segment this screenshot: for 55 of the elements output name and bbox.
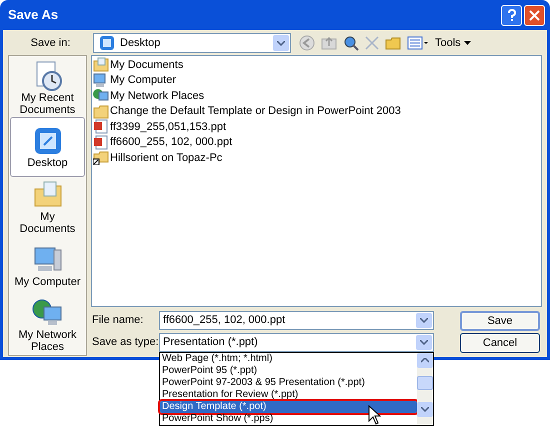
network-computer-icon: [93, 88, 109, 104]
places-bar-item[interactable]: Desktop: [10, 117, 85, 177]
caret-icon: [420, 318, 428, 323]
up-folder-icon[interactable]: [321, 35, 337, 51]
save-as-type-value: Presentation (*.ppt): [163, 335, 259, 350]
caret-icon: [420, 340, 428, 345]
save-in-label: Save in:: [30, 36, 72, 51]
new-folder-icon[interactable]: [385, 35, 401, 51]
save-as-type-dropdown[interactable]: Presentation (*.ppt): [159, 333, 434, 352]
desktop-icon: [99, 35, 115, 51]
places-bar-item[interactable]: My Computer: [10, 236, 85, 296]
caret-icon: [464, 41, 471, 45]
file-item[interactable]: My Computer: [110, 72, 176, 88]
search-web-icon[interactable]: [343, 35, 359, 51]
file-type-option[interactable]: PowerPoint 97-2003 & 95 Presentation (*.ppt): [160, 377, 417, 389]
file-type-option[interactable]: PowerPoint Show (*.pps): [160, 413, 417, 425]
help-button[interactable]: [501, 4, 522, 26]
file-name-field[interactable]: ff6600_255, 102, 000.ppt: [159, 311, 434, 330]
scroll-down-icon: [421, 407, 429, 412]
file-item[interactable]: My Network Places: [110, 88, 204, 104]
help-icon: [506, 8, 516, 22]
file-item[interactable]: ff3399_255,051,153.ppt: [110, 118, 226, 135]
file-item[interactable]: My Documents: [110, 56, 184, 73]
file-type-option[interactable]: Design Template (*.pot): [160, 401, 417, 413]
dropdown-arrow-button[interactable]: [416, 335, 432, 350]
file-name-label: File name:: [92, 313, 144, 328]
scroll-up-icon: [421, 358, 429, 363]
dropdown-arrow-button[interactable]: [416, 313, 432, 328]
file-type-option[interactable]: Web Page (*.htm; *.html): [160, 353, 417, 365]
save-in-dropdown[interactable]: Desktop: [93, 33, 291, 53]
file-item[interactable]: ff6600_255, 102, 000.ppt: [110, 134, 232, 150]
scrollbar[interactable]: [417, 353, 433, 425]
file-name-value: ff6600_255, 102, 000.ppt: [163, 313, 286, 328]
places-bar-item[interactable]: My Recent Documents: [10, 58, 85, 118]
back-icon[interactable]: [299, 35, 315, 51]
file-item[interactable]: Change the Default Template or Design in PowerPoint 2003: [110, 103, 401, 120]
file-type-option[interactable]: PowerPoint 95 (*.ppt): [160, 365, 417, 377]
save-as-type-label: Save as type:: [92, 335, 159, 350]
places-bar-item[interactable]: My Network Places: [10, 296, 85, 356]
places-bar-item[interactable]: My Documents: [10, 176, 85, 236]
folder-icon: [93, 57, 109, 72]
folder-icon: [93, 104, 109, 119]
scroll-thumb[interactable]: [417, 376, 433, 390]
file-type-option[interactable]: Presentation for Review (*.ppt): [160, 389, 417, 401]
window-title: Save As: [8, 6, 58, 24]
cancel-button[interactable]: Cancel: [460, 333, 540, 353]
save-button[interactable]: Save: [460, 311, 540, 331]
file-item[interactable]: Hillsorient on Topaz-Pc: [110, 150, 222, 166]
views-icon[interactable]: [407, 36, 429, 50]
save-in-value: Desktop: [120, 36, 162, 51]
close-icon: [529, 10, 540, 20]
tools-menu-button[interactable]: Tools: [435, 34, 471, 52]
caret-icon: [277, 40, 285, 46]
dropdown-arrow-button[interactable]: [273, 35, 289, 51]
close-button[interactable]: [524, 4, 545, 26]
